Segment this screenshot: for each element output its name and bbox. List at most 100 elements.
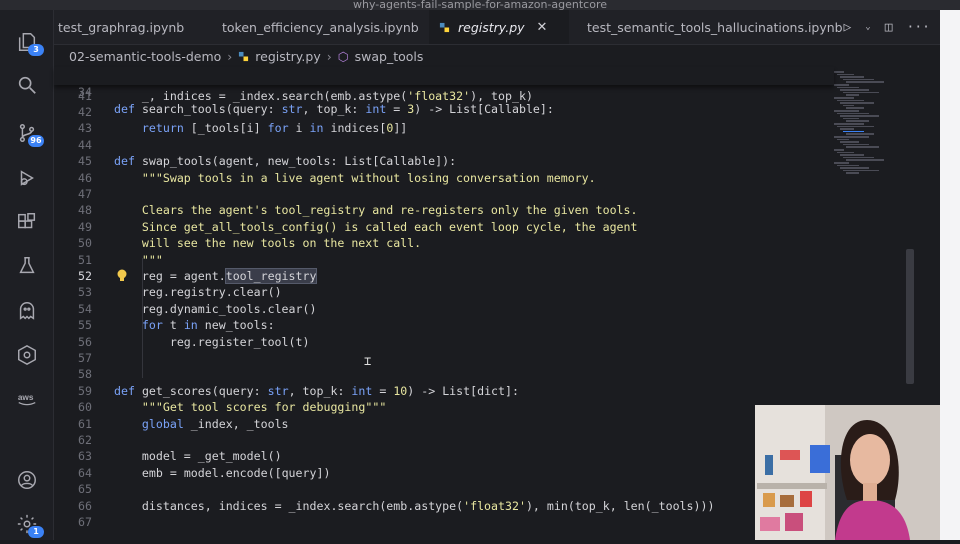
source-control-button[interactable]: 96 <box>0 113 53 153</box>
aws-icon: aws <box>17 393 36 406</box>
minimap-line <box>843 91 879 94</box>
code-token: emb <box>141 465 163 480</box>
code-text: """Swap tools in a live agent without lo… <box>114 170 596 185</box>
line-number: 55 <box>78 318 92 333</box>
more-icon[interactable]: ··· <box>907 20 930 35</box>
minimap-line <box>846 94 859 96</box>
tab-label: registry.py <box>458 19 525 35</box>
extensions-button[interactable] <box>0 202 53 242</box>
code-token: query <box>232 101 268 116</box>
code-token: scores <box>225 400 268 415</box>
settings-button[interactable]: 1 <box>0 504 53 544</box>
minimap-line <box>837 112 869 115</box>
code-line: 52 reg = agent.tool_registry <box>54 268 834 284</box>
line-number: 49 <box>78 219 92 234</box>
code-line: 44 <box>54 137 834 153</box>
minimap-line <box>843 143 869 146</box>
code-token: , <box>204 498 219 513</box>
gitlens-icon <box>17 344 36 366</box>
tab-token-efficiency[interactable]: token_efficiency_analysis.ipynb <box>204 10 429 44</box>
gitlens-button[interactable] <box>0 335 53 375</box>
breadcrumb-file[interactable]: registry.py <box>255 49 320 64</box>
close-icon[interactable]: ✕ <box>537 20 548 35</box>
minimap-line <box>834 110 859 112</box>
explorer-button[interactable]: 3 <box>0 22 53 62</box>
tab-test-graphrag[interactable]: test_graphrag.ipynb <box>54 10 214 44</box>
aws-button[interactable]: aws <box>0 378 53 418</box>
line-number: 44 <box>78 137 92 152</box>
search-button[interactable] <box>0 65 53 105</box>
code-line: 43 return [_tools[i] for i in indices[0]… <box>54 120 834 136</box>
accounts-button[interactable] <box>0 460 53 500</box>
code-token: ))) <box>693 498 715 513</box>
lightbulb-icon[interactable] <box>116 269 128 283</box>
code-token: , <box>288 383 303 398</box>
minimap-line <box>846 120 869 122</box>
line-number: 54 <box>78 301 92 316</box>
code-token: : <box>267 318 275 333</box>
code-token: Get <box>162 400 184 415</box>
code-token: new_tools <box>204 318 268 333</box>
run-icon[interactable]: ▷ <box>843 20 851 35</box>
code-token: _tools <box>197 121 240 136</box>
code-text: reg.registry.clear() <box>114 284 282 300</box>
code-token: List <box>344 154 373 169</box>
minimap-line <box>834 84 849 86</box>
chevron-right-icon: › <box>326 48 332 64</box>
editor-actions: ▷ ⌄ ◫ ··· <box>843 10 930 44</box>
line-number: 63 <box>78 449 92 464</box>
code-text: will see the new tools on the next call. <box>114 236 422 251</box>
code-text: def swap_tools(agent, new_tools: List[Ca… <box>114 153 456 169</box>
code-token: = <box>176 449 198 464</box>
code-token: str <box>267 383 289 398</box>
webcam-overlay <box>755 405 940 540</box>
testing-button[interactable] <box>0 246 53 286</box>
editor-tabs: test_graphrag.ipynb token_efficiency_ana… <box>54 10 940 45</box>
code-token: 'float32' <box>463 498 526 513</box>
line-number: 65 <box>78 482 92 497</box>
minimap-line <box>840 89 869 91</box>
minimap-line <box>840 102 874 104</box>
code-token: top_k <box>302 383 338 398</box>
line-number: 56 <box>78 334 92 349</box>
code-text: model = _get_model() <box>114 448 282 464</box>
code-token: ]] <box>393 121 408 136</box>
code-line: 61 global _index, _tools <box>54 416 834 432</box>
vertical-scrollbar[interactable] <box>906 249 914 384</box>
tab-test-semantic-tools[interactable]: test_semantic_tools_hallucinations.ipynb <box>569 10 849 44</box>
code-token: tool_registry <box>224 268 318 284</box>
sticky-scroll[interactable]: 34 def search_tools(query: str, top_k: i… <box>54 67 834 116</box>
code-token: : <box>337 383 352 398</box>
run-debug-button[interactable] <box>0 158 53 198</box>
line-number: 53 <box>78 285 92 300</box>
code-text: reg.register_tool(t) <box>114 334 310 350</box>
breadcrumb: 02-semantic-tools-demo › registry.py › ⬡… <box>54 45 940 67</box>
minimap-line <box>840 167 869 169</box>
minimap-line <box>843 117 859 120</box>
code-token: , <box>609 498 624 513</box>
code-token: , <box>302 101 317 116</box>
code-token: _get_model <box>197 449 268 464</box>
breadcrumb-folder[interactable]: 02-semantic-tools-demo <box>69 49 221 64</box>
code-token: , <box>253 154 268 169</box>
split-editor-icon[interactable]: ◫ <box>885 20 893 35</box>
code-text: def search_tools(query: str, top_k: int … <box>114 101 554 117</box>
code-token: indices <box>218 498 268 513</box>
code-text: """ <box>114 252 163 267</box>
line-number: 47 <box>78 187 92 201</box>
mouse-cursor-icon: ⌶ <box>364 354 372 368</box>
chat-button[interactable] <box>0 291 53 331</box>
tab-registry[interactable]: registry.py ✕ <box>429 10 569 44</box>
chevron-down-icon[interactable]: ⌄ <box>865 22 870 32</box>
breadcrumb-symbol[interactable]: swap_tools <box>355 49 424 64</box>
code-token: dynamic_tools <box>169 301 261 316</box>
code-token: . <box>190 334 198 349</box>
code-line: 67 <box>54 514 834 530</box>
minimap[interactable] <box>830 67 910 187</box>
code-token: ( <box>644 498 652 513</box>
